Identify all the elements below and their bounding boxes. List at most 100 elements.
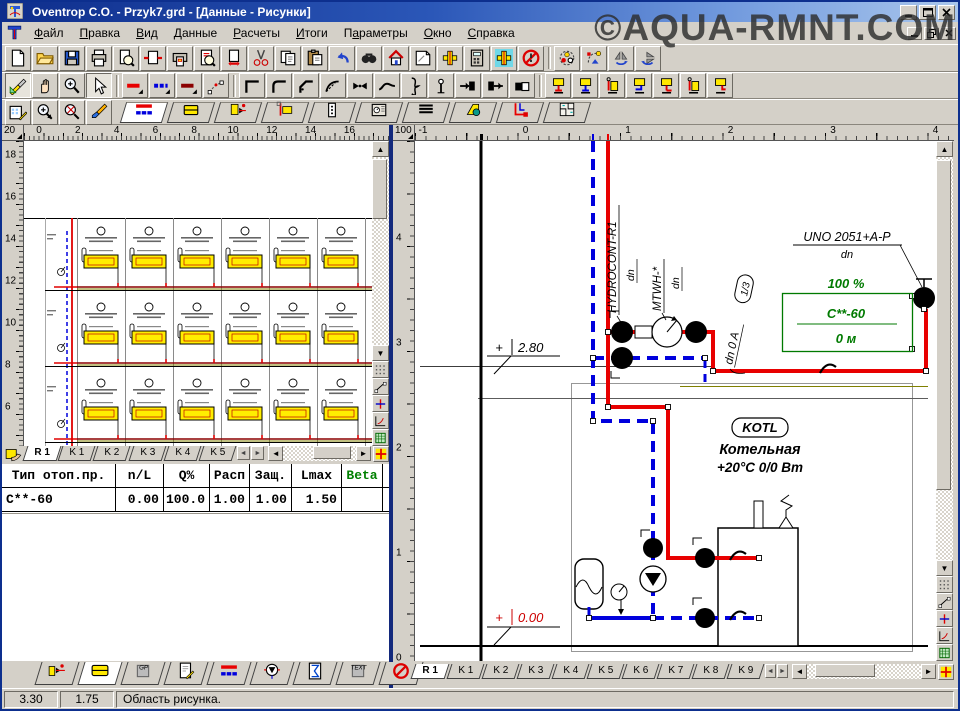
expansion-vessel-symbol[interactable]: [575, 559, 603, 609]
scroll-thumb[interactable]: [936, 160, 951, 490]
column-header[interactable]: n/L: [116, 464, 164, 487]
column-header[interactable]: Расп: [210, 464, 250, 487]
mini-green-grid-button[interactable]: [936, 644, 953, 661]
sheet-tab-k4[interactable]: K 4: [551, 664, 589, 679]
table-row[interactable]: C**-600.00100.01.001.001.50: [2, 488, 389, 512]
sheet-tab-k5[interactable]: K 5: [586, 664, 624, 679]
scroll-up-button[interactable]: ▲: [372, 141, 389, 157]
find-button[interactable]: [356, 46, 382, 71]
scroll-right-button[interactable]: ►: [921, 664, 936, 679]
column-header[interactable]: Beta: [342, 464, 383, 487]
print-button[interactable]: [86, 46, 112, 71]
sheet-tab-k8[interactable]: K 8: [691, 664, 729, 679]
home-button[interactable]: [383, 46, 409, 71]
left-ruler-origin[interactable]: 20: [2, 125, 24, 141]
menu-2[interactable]: Правка: [72, 23, 129, 43]
column-header[interactable]: Q%: [164, 464, 210, 487]
bracket-curve-button[interactable]: [401, 73, 427, 98]
sheet-tab-k5[interactable]: K 5: [198, 446, 236, 461]
sheet-tab-k2[interactable]: K 2: [481, 664, 519, 679]
scroll-track[interactable]: [936, 157, 953, 560]
radiators-category-tab[interactable]: [167, 102, 215, 123]
sheet-tab-k7[interactable]: K 7: [656, 664, 694, 679]
print-drawing-button[interactable]: [167, 46, 193, 71]
edit-tool-button[interactable]: [5, 73, 31, 98]
pipes-category-tab[interactable]: [120, 102, 168, 123]
sheet-tab-k3[interactable]: K 3: [128, 446, 166, 461]
close-button[interactable]: [938, 5, 955, 20]
undo-button[interactable]: [329, 46, 355, 71]
scroll-thumb[interactable]: [372, 159, 387, 219]
horizontal-scrollbar[interactable]: ◄►: [268, 446, 371, 461]
sheet-tab-k1[interactable]: K 1: [58, 446, 96, 461]
arc-45-button[interactable]: [320, 73, 346, 98]
child-restore-button[interactable]: [924, 27, 939, 40]
mini-axes-button[interactable]: [372, 395, 389, 412]
horizontal-scrollbar[interactable]: ◄►: [792, 664, 936, 679]
polyline-edit-button[interactable]: [203, 73, 229, 98]
radiator-bottom-button[interactable]: [545, 73, 571, 98]
new-file-button[interactable]: [5, 46, 31, 71]
menu-4[interactable]: Данные: [166, 23, 225, 43]
calculator-button[interactable]: [464, 46, 490, 71]
column-header[interactable]: Тип отоп.пр.: [2, 464, 116, 487]
shapes-category-tab[interactable]: [449, 102, 497, 123]
scroll-thumb[interactable]: [815, 664, 875, 677]
sheet-tab-k9[interactable]: K 9: [726, 664, 764, 679]
corner-round-button[interactable]: [266, 73, 292, 98]
center-drawing-button[interactable]: [373, 446, 389, 462]
page-setup-button[interactable]: [140, 46, 166, 71]
corner-45-button[interactable]: [293, 73, 319, 98]
scroll-down-button[interactable]: ▼: [372, 345, 389, 361]
right-vertical-scrollbar[interactable]: ▲▼: [936, 141, 953, 661]
results-tab[interactable]: [292, 662, 337, 685]
fittings-category-tab[interactable]: [214, 102, 262, 123]
title-bar[interactable]: Oventrop C.O. - Przyk7.grd - [Данные - Р…: [2, 2, 958, 22]
menu-8[interactable]: Окно: [416, 23, 460, 43]
supply-line-button[interactable]: [122, 73, 148, 98]
pan-hand-button[interactable]: [32, 73, 58, 98]
mini-graph-button[interactable]: [936, 627, 953, 644]
mini-grid-button[interactable]: [936, 576, 953, 593]
new-sheet-button[interactable]: [410, 46, 436, 71]
corner-square-button[interactable]: [239, 73, 265, 98]
sheet-tab-k4[interactable]: K 4: [163, 446, 201, 461]
riser-symbol-button[interactable]: [428, 73, 454, 98]
canvas-background[interactable]: [415, 141, 936, 661]
sheet-tab-r1[interactable]: R 1: [22, 446, 60, 461]
fittings-tab[interactable]: [34, 662, 79, 685]
open-file-button[interactable]: [32, 46, 58, 71]
sheet-tab[interactable]: [163, 662, 208, 685]
preview-drawing-button[interactable]: [194, 46, 220, 71]
sheet-tab-k1[interactable]: K 1: [446, 664, 484, 679]
minimize-button[interactable]: [900, 5, 917, 20]
zoom-window-button[interactable]: [32, 100, 58, 125]
scroll-up-button[interactable]: ▲: [936, 141, 953, 157]
left-vertical-scrollbar[interactable]: ▲▼: [372, 141, 389, 446]
floor-plan-category-tab[interactable]: [543, 102, 591, 123]
export-drawing-button[interactable]: [221, 46, 247, 71]
select-cursor-button[interactable]: [86, 73, 112, 98]
distributors-category-tab[interactable]: [402, 102, 450, 123]
devices-category-tab[interactable]: [355, 102, 403, 123]
mini-axes-button[interactable]: [936, 610, 953, 627]
save-file-button[interactable]: [59, 46, 85, 71]
mini-measure-button[interactable]: [372, 378, 389, 395]
copy-button[interactable]: [275, 46, 301, 71]
connect-end-button[interactable]: [455, 73, 481, 98]
center-drawing-button[interactable]: [938, 664, 954, 680]
mini-green-grid-button[interactable]: [372, 429, 389, 446]
tab-scroll-right-button[interactable]: ►: [777, 664, 788, 678]
sheet-tab-k2[interactable]: K 2: [93, 446, 131, 461]
menu-6[interactable]: Итоги: [288, 23, 336, 43]
connections-category-tab[interactable]: [496, 102, 544, 123]
radiator-riser-red-button[interactable]: [680, 73, 706, 98]
return-line-button[interactable]: [149, 73, 175, 98]
child-minimize-button[interactable]: [907, 27, 922, 40]
radiators-tab[interactable]: [77, 662, 122, 685]
building-edit-button[interactable]: [5, 100, 31, 125]
radiator-riser-button[interactable]: [599, 73, 625, 98]
pipe-junction-button[interactable]: [437, 46, 463, 71]
tab-scroll-right-button[interactable]: ►: [251, 446, 264, 460]
radiator-tee-button[interactable]: [653, 73, 679, 98]
